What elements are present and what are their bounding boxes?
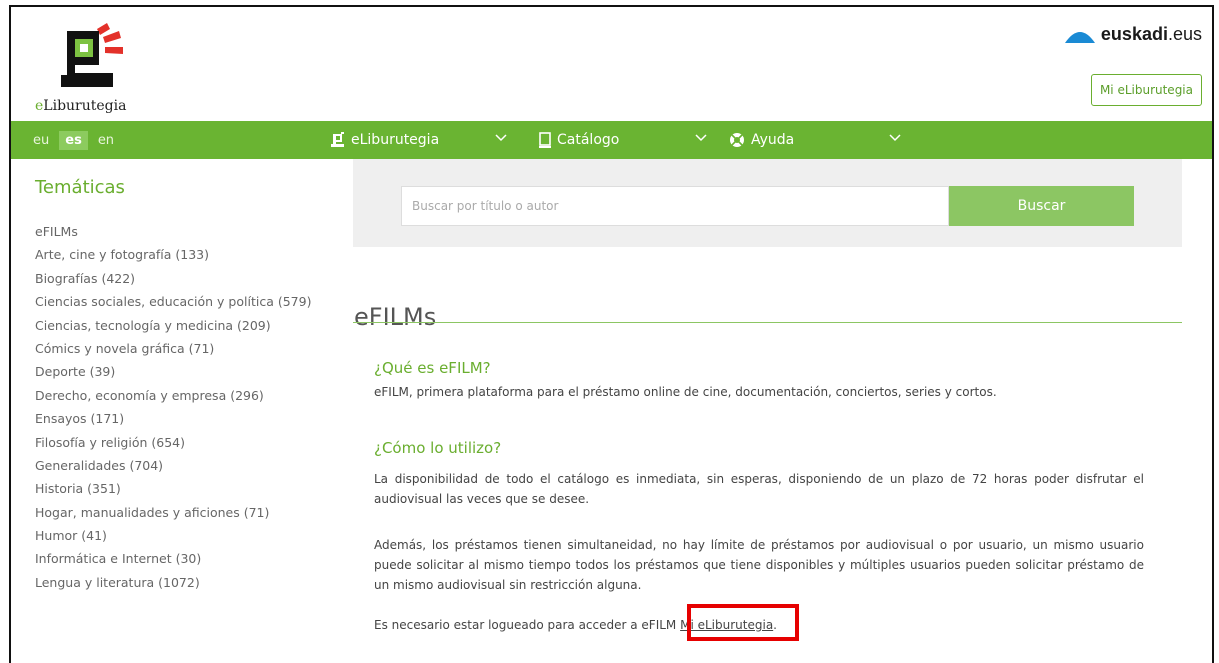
chevron-down-icon[interactable]: [695, 134, 707, 142]
sidebar-title: Temáticas: [35, 177, 125, 198]
chevron-down-icon[interactable]: [889, 134, 901, 142]
sidebar-item[interactable]: eFILMs: [35, 220, 335, 243]
main-nav: eu es en eLiburutegia Catálogo Ayuda: [11, 121, 1212, 159]
lifebuoy-icon: [730, 133, 744, 147]
eliburutegia-logo-icon[interactable]: [53, 21, 125, 91]
sidebar-item[interactable]: Arte, cine y fotografía (133): [35, 243, 335, 266]
paragraph-que-es: eFILM, primera plataforma para el présta…: [374, 385, 997, 399]
paragraph-disponibilidad: La disponibilidad de todo el catálogo es…: [374, 472, 1144, 506]
paragraph-simultaneidad: Además, los préstamos tienen simultaneid…: [374, 538, 1144, 592]
eliburutegia-icon: [331, 132, 344, 147]
sidebar-item[interactable]: Derecho, economía y empresa (296): [35, 384, 335, 407]
lang-eu[interactable]: eu: [27, 131, 55, 150]
chevron-down-icon[interactable]: [495, 134, 507, 142]
book-icon: [539, 132, 551, 148]
login-text: Es necesario estar logueado para acceder…: [374, 618, 677, 632]
menu-eliburutegia-label: eLiburutegia: [351, 132, 440, 148]
sidebar-tematicas: Temáticas eFILMs Arte, cine y fotografía…: [35, 177, 335, 594]
menu-catalogo[interactable]: Catálogo: [539, 121, 619, 159]
sidebar-item[interactable]: Cómics y novela gráfica (71): [35, 337, 335, 360]
mi-eliburutegia-button[interactable]: Mi eLiburutegia: [1090, 74, 1202, 106]
language-switcher: eu es en: [27, 121, 120, 159]
sidebar-item[interactable]: Hogar, manualidades y aficiones (71): [35, 501, 335, 524]
menu-ayuda-label: Ayuda: [751, 132, 795, 148]
sidebar-item[interactable]: Humor (41): [35, 524, 335, 547]
menu-eliburutegia[interactable]: eLiburutegia: [331, 121, 439, 159]
sidebar-item[interactable]: Historia (351): [35, 477, 335, 500]
sidebar-item[interactable]: Deporte (39): [35, 360, 335, 383]
section-heading-como-lo-utilizo: ¿Cómo lo utilizo?: [374, 439, 502, 458]
highlight-box: [687, 604, 799, 641]
sidebar-item[interactable]: Generalidades (704): [35, 454, 335, 477]
search-button[interactable]: Buscar: [949, 186, 1134, 226]
sidebar-item[interactable]: Ensayos (171): [35, 407, 335, 430]
lang-en[interactable]: en: [92, 131, 120, 150]
euskadi-brand[interactable]: euskadi .eus: [1064, 24, 1202, 45]
search-input[interactable]: Buscar por título o autor: [401, 186, 949, 226]
sidebar-item[interactable]: Biografías (422): [35, 267, 335, 290]
lang-es[interactable]: es: [59, 130, 88, 150]
sidebar-item[interactable]: Informática e Internet (30): [35, 547, 335, 570]
title-divider: [353, 322, 1182, 323]
logo-text: eLiburutegia: [35, 98, 127, 114]
menu-ayuda[interactable]: Ayuda: [729, 121, 794, 159]
site-header: eLiburutegia euskadi .eus Mi eLiburutegia: [11, 7, 1212, 121]
euskadi-arch-icon: [1064, 31, 1095, 43]
sidebar-item[interactable]: Ciencias sociales, educación y política …: [35, 290, 335, 313]
page-title: eFILMs: [354, 303, 437, 332]
search-panel: Buscar por título o autor Buscar: [353, 159, 1182, 247]
sidebar-item[interactable]: Filosofía y religión (654): [35, 431, 335, 454]
browser-frame: eLiburutegia euskadi .eus Mi eLiburutegia…: [9, 5, 1214, 663]
section-heading-que-es: ¿Qué es eFILM?: [374, 359, 491, 378]
sidebar-item[interactable]: Ciencias, tecnología y medicina (209): [35, 314, 335, 337]
sidebar-item[interactable]: Lengua y literatura (1072): [35, 571, 335, 594]
menu-catalogo-label: Catálogo: [557, 132, 620, 148]
